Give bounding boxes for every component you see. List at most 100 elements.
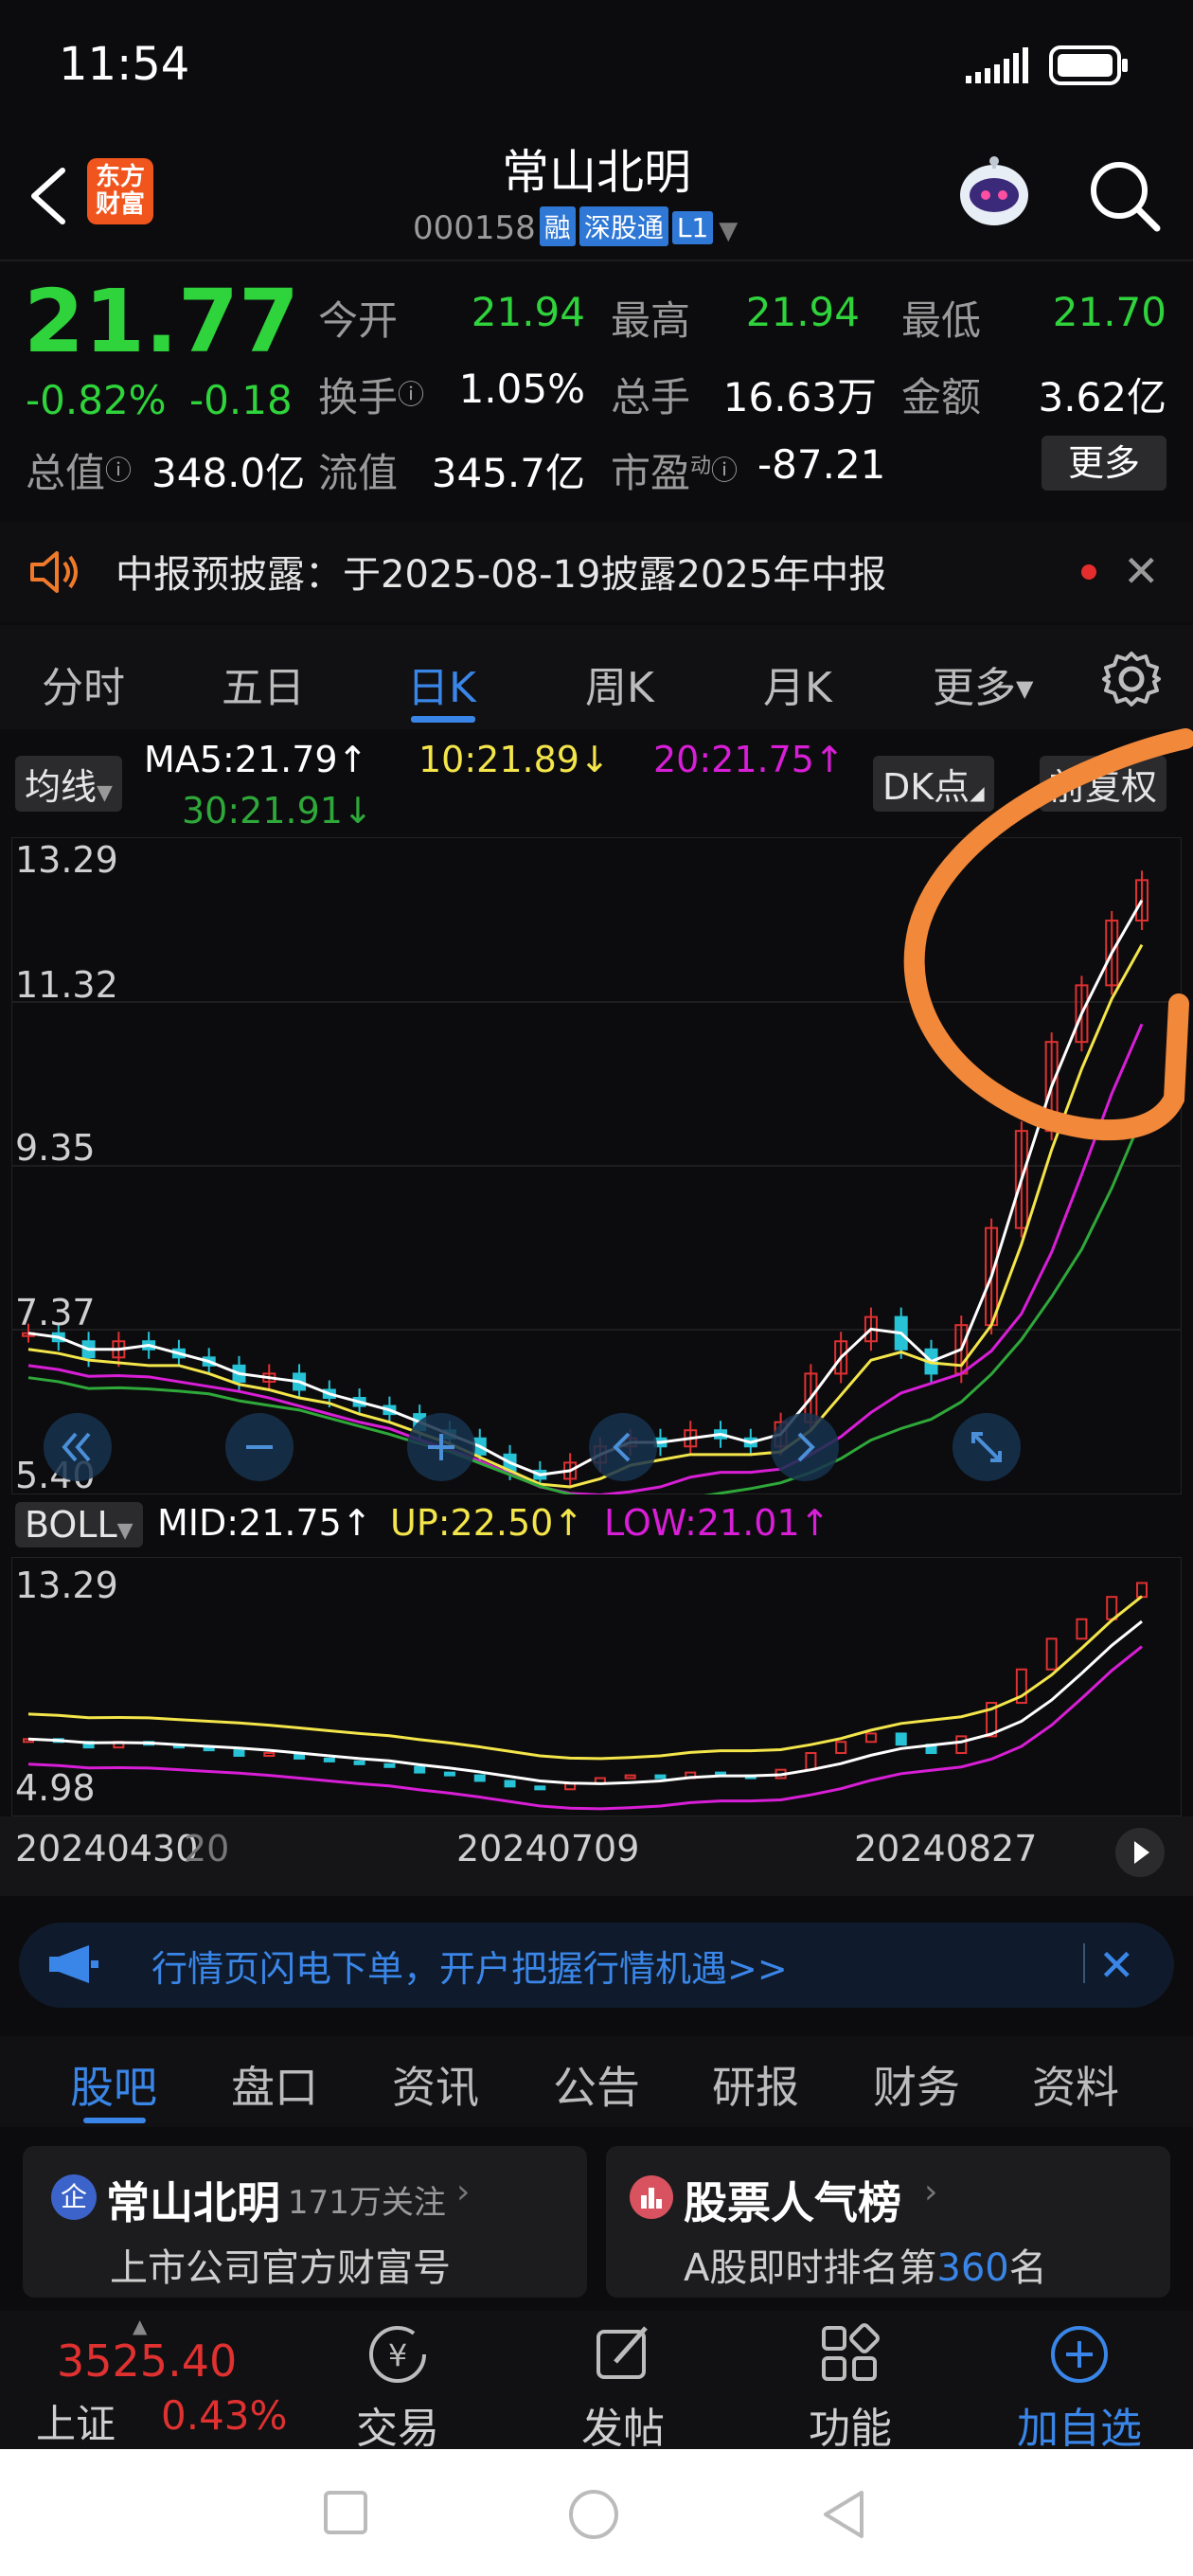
close-icon[interactable]: ✕ [1098,1941,1135,1989]
turnover-label: 换手ⓘ [318,374,425,420]
unread-dot [1081,564,1096,580]
sub-y-label-top: 13.29 [15,1565,118,1606]
pe-value: -87.21 [757,441,886,488]
boll-chart[interactable] [11,1557,1182,1816]
amount-value: 3.62亿 [1038,374,1166,420]
x-label-1: 20240430 [15,1828,199,1869]
ma10-value: 10:21.89↓ [418,739,610,780]
tab-announcement[interactable]: 公告 [553,2053,640,2116]
square-icon[interactable] [322,2489,371,2538]
ma20-value: 20:21.75↑ [653,739,845,780]
tab-pankou[interactable]: 盘口 [231,2053,318,2116]
dropdown-icon[interactable]: ▼ [719,217,738,245]
nav-trade[interactable]: ¥ 交易 [341,2322,454,2453]
signal-icon [966,47,1028,83]
card-title: 常山北明 [106,2177,280,2228]
index-name: 上证 [36,2401,116,2447]
tab-profile[interactable]: 资料 [1032,2053,1119,2116]
nav-functions[interactable]: 功能 [793,2322,907,2453]
circle-icon[interactable] [566,2487,621,2542]
boll-candle [383,1762,396,1768]
tab-more[interactable]: 更多▼ [933,653,1033,714]
boll-up: UP:22.50↑ [390,1502,584,1544]
speaker-icon [30,551,78,593]
battery-icon [1049,45,1128,85]
enterprise-badge: 企 [51,2174,97,2220]
boll-candle [835,1741,847,1755]
boll-candle [1076,1618,1088,1640]
rank-icon [630,2175,673,2219]
index-value[interactable]: 3525.40 [57,2335,237,2387]
chevron-right-icon: › [924,2173,938,2211]
dropdown-icon: ▼ [1016,675,1034,702]
boll-candle [473,1774,486,1782]
boll-candle [1045,1637,1058,1671]
boll-up-line [27,1595,1143,1761]
tab-research[interactable]: 研报 [712,2053,799,2116]
triangle-back-icon[interactable] [818,2487,871,2542]
sub-y-label-bottom: 4.98 [15,1767,96,1809]
info-icon[interactable]: ⓘ [105,455,132,486]
boll-candle [504,1780,516,1788]
tab-finance[interactable]: 财务 [873,2053,960,2116]
ma5-value: MA5:21.79↑ [144,739,368,780]
change-percent: -0.82% [26,377,167,423]
tab-monthly-k[interactable]: 月K [763,653,832,714]
boll-candle [353,1760,365,1765]
total-value-label: 总值ⓘ [26,450,133,496]
info-icon[interactable]: ⓘ [711,455,738,486]
double-left-icon[interactable] [42,1411,114,1483]
index-percent: 0.43% [161,2392,288,2439]
chevron-right-icon: › [456,2173,471,2211]
info-icon[interactable]: ⓘ [398,379,424,410]
sub-indicator-select[interactable]: BOLL▼ [15,1502,143,1547]
back-button[interactable] [23,163,76,229]
x-label-4: 20240827 [854,1828,1038,1869]
zoom-out-icon[interactable] [223,1411,295,1483]
tab-five-day[interactable]: 五日 [222,653,305,714]
boll-candle [414,1765,426,1774]
zoom-in-icon[interactable] [405,1411,477,1483]
y-label-2: 11.32 [15,964,118,1006]
svg-text:¥: ¥ [388,2337,407,2373]
tag-margin: 融 [539,206,576,246]
boll-candle [805,1752,817,1771]
fullscreen-icon[interactable] [951,1411,1023,1483]
card-subtitle: 上市公司官方财富号 [110,2246,451,2290]
rank-text: A股即时排名第360名 [684,2246,1047,2290]
nav-add-watchlist[interactable]: 加自选 [1004,2322,1155,2453]
nav-post[interactable]: 发帖 [566,2322,680,2453]
boll-candle [1106,1596,1118,1620]
low-label: 最低 [901,297,982,344]
amount-label: 金额 [901,374,982,420]
boll-candle [864,1732,877,1744]
tab-guba[interactable]: 股吧 [70,2053,157,2116]
tab-news[interactable]: 资讯 [392,2053,479,2116]
volume-value: 16.63万 [722,374,877,420]
indicator-select[interactable]: 均线▼ [15,756,122,812]
x-label-2: 20 [184,1828,230,1869]
play-icon[interactable] [1113,1826,1166,1879]
ma30-value: 30:21.91↓ [182,790,373,832]
y-label-top: 13.29 [15,839,118,881]
boll-candle [443,1771,455,1777]
card-title: 股票人气榜 [684,2177,901,2228]
tab-weekly-k[interactable]: 周K [585,653,654,714]
boll-candle [654,1774,667,1780]
boll-candle [233,1749,245,1757]
ad-text: 行情页闪电下单，开户把握行情机遇>> [151,1948,788,1990]
search-icon[interactable] [1085,156,1163,234]
tab-daily-k[interactable]: 日K [407,653,476,714]
expand-icon[interactable]: ▲ [133,2315,147,2337]
left-icon[interactable] [587,1411,659,1483]
robot-avatar-icon[interactable] [952,152,1037,237]
more-button[interactable]: 更多 [1042,436,1166,491]
right-icon[interactable] [769,1411,841,1483]
hand-drawn-circle-annotation [903,728,1193,1141]
tab-timeshare[interactable]: 分时 [42,653,125,714]
boll-candle [1136,1582,1148,1599]
float-value-label: 流值 [318,450,399,496]
gear-icon[interactable] [1100,648,1163,710]
high-value: 21.94 [745,289,860,335]
close-icon[interactable]: ✕ [1123,547,1160,595]
